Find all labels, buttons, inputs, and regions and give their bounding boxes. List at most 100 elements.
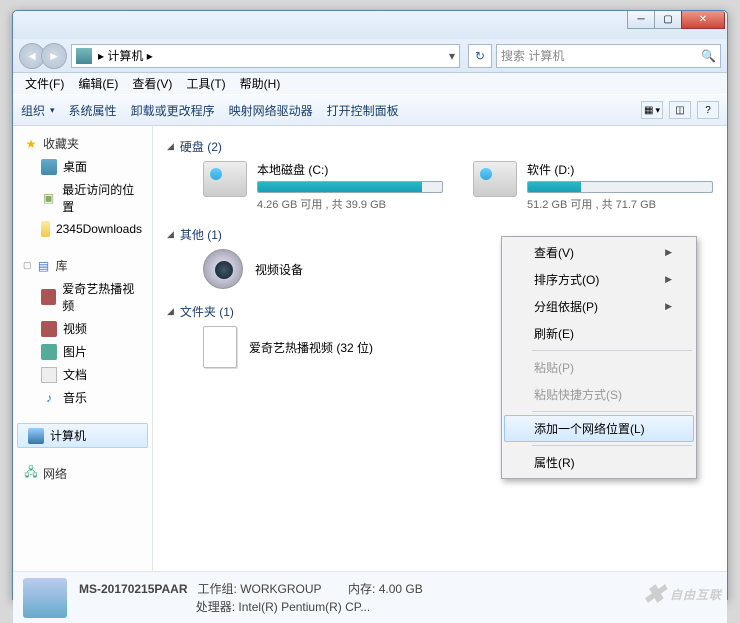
video-icon: [41, 321, 57, 337]
network-icon: 🖧: [23, 466, 39, 482]
cm-paste: 粘贴(P): [504, 354, 694, 381]
label: 2345Downloads: [56, 222, 142, 236]
sidebar-item-computer[interactable]: 计算机: [17, 423, 148, 448]
sidebar-item-desktop[interactable]: 桌面: [13, 155, 152, 178]
desktop-icon: [41, 159, 57, 175]
label: 爱奇艺热播视频: [62, 280, 142, 314]
cm-view[interactable]: 查看(V)▶: [504, 239, 694, 266]
cm-sort[interactable]: 排序方式(O)▶: [504, 266, 694, 293]
usage-bar: [527, 181, 713, 193]
sidebar-network-group: 🖧网络: [13, 462, 152, 485]
collapse-icon[interactable]: ◢: [167, 229, 174, 240]
folder-label: 爱奇艺热播视频 (32 位): [249, 339, 373, 356]
usage-fill: [258, 182, 422, 192]
sidebar-item-downloads[interactable]: 2345Downloads: [13, 218, 152, 240]
libraries-header[interactable]: ▢ ▤ 库: [13, 254, 152, 277]
label: 文件夹 (1): [180, 303, 234, 320]
tb-uninstall[interactable]: 卸载或更改程序: [131, 102, 215, 119]
drives-header[interactable]: ◢ 硬盘 (2): [167, 138, 713, 155]
layout-icon[interactable]: ◫: [669, 101, 691, 119]
menu-view[interactable]: 查看(V): [126, 73, 178, 94]
favorites-header[interactable]: ★ 收藏夹: [13, 132, 152, 155]
drive-info: 本地磁盘 (C:) 4.26 GB 可用 , 共 39.9 GB: [257, 161, 443, 212]
webcam-icon: [203, 249, 243, 289]
workgroup-label: 工作组:: [198, 582, 237, 596]
tb-properties[interactable]: 系统属性: [69, 102, 117, 119]
sidebar: ★ 收藏夹 桌面 ▣最近访问的位置 2345Downloads ▢ ▤ 库 爱奇…: [13, 126, 153, 571]
sidebar-item-music[interactable]: ♪音乐: [13, 386, 152, 409]
chevron-right-icon: ▶: [665, 301, 672, 312]
forward-button[interactable]: ►: [41, 43, 67, 69]
toolbar: 组织 系统属性 卸载或更改程序 映射网络驱动器 打开控制面板 ▦ ◫ ?: [13, 94, 727, 126]
address-dropdown[interactable]: ▾: [449, 49, 455, 63]
label: 桌面: [63, 158, 87, 175]
chevron-right-icon: ▶: [665, 247, 672, 258]
minimize-button[interactable]: ─: [627, 11, 655, 29]
collapse-icon[interactable]: ◢: [167, 141, 174, 152]
cm-refresh[interactable]: 刷新(E): [504, 320, 694, 347]
sidebar-item-videos[interactable]: 视频: [13, 317, 152, 340]
sidebar-item-pictures[interactable]: 图片: [13, 340, 152, 363]
explorer-window: ─ ▢ ✕ ◄ ► ▸ 计算机 ▸ ▾ ↻ 搜索 计算机 🔍 文件(F) 编辑(…: [12, 10, 728, 600]
view-mode-icon[interactable]: ▦: [641, 101, 663, 119]
sidebar-favorites: ★ 收藏夹 桌面 ▣最近访问的位置 2345Downloads: [13, 132, 152, 240]
toolbar-right: ▦ ◫ ?: [641, 101, 719, 119]
menu-edit[interactable]: 编辑(E): [72, 73, 124, 94]
status-text: MS-20170215PAAR 工作组: WORKGROUP 内存: 4.00 …: [79, 580, 423, 616]
collapse-icon[interactable]: ◢: [167, 306, 174, 317]
menu-tools[interactable]: 工具(T): [180, 73, 231, 94]
status-bar: MS-20170215PAAR 工作组: WORKGROUP 内存: 4.00 …: [13, 571, 727, 623]
address-bar[interactable]: ▸ 计算机 ▸ ▾: [71, 44, 460, 68]
drive-d[interactable]: 软件 (D:) 51.2 GB 可用 , 共 71.7 GB: [473, 161, 713, 212]
tb-map-drive[interactable]: 映射网络驱动器: [229, 102, 313, 119]
cm-add-network-location[interactable]: 添加一个网络位置(L): [504, 415, 694, 442]
star-icon: ★: [23, 136, 39, 152]
usage-fill: [528, 182, 581, 192]
drive-c[interactable]: 本地磁盘 (C:) 4.26 GB 可用 , 共 39.9 GB: [203, 161, 443, 212]
watermark-x-icon: ✖: [640, 579, 668, 610]
expand-icon[interactable]: ▢: [23, 260, 32, 271]
memory-label: 内存:: [348, 582, 375, 596]
cm-paste-shortcut: 粘贴快捷方式(S): [504, 381, 694, 408]
sidebar-item-documents[interactable]: 文档: [13, 363, 152, 386]
recent-icon: ▣: [41, 190, 56, 206]
cm-properties[interactable]: 属性(R): [504, 449, 694, 476]
tb-organize[interactable]: 组织: [21, 102, 55, 119]
menu-help[interactable]: 帮助(H): [234, 73, 287, 94]
nav-bar: ◄ ► ▸ 计算机 ▸ ▾ ↻ 搜索 计算机 🔍: [13, 39, 727, 73]
sidebar-item-network[interactable]: 🖧网络: [13, 462, 152, 485]
search-icon: 🔍: [701, 49, 716, 63]
context-menu: 查看(V)▶ 排序方式(O)▶ 分组依据(P)▶ 刷新(E) 粘贴(P) 粘贴快…: [501, 236, 697, 479]
label: 粘贴(P): [534, 359, 574, 376]
favorites-label: 收藏夹: [43, 135, 79, 152]
label: 文档: [63, 366, 87, 383]
hdd-icon: [203, 161, 247, 197]
label: 计算机: [50, 427, 86, 444]
drives-row: 本地磁盘 (C:) 4.26 GB 可用 , 共 39.9 GB 软件 (D:)…: [203, 161, 713, 212]
sidebar-item-recent[interactable]: ▣最近访问的位置: [13, 178, 152, 218]
breadcrumb-sep: ▸: [147, 49, 153, 63]
memory-value: 4.00 GB: [379, 582, 423, 596]
label: 硬盘 (2): [180, 138, 222, 155]
hdd-icon: [473, 161, 517, 197]
folder-icon: [41, 221, 50, 237]
help-icon[interactable]: ?: [697, 101, 719, 119]
content-pane[interactable]: ◢ 硬盘 (2) 本地磁盘 (C:) 4.26 GB 可用 , 共 39.9 GB…: [153, 126, 727, 571]
refresh-button[interactable]: ↻: [468, 44, 492, 68]
watermark-text: 自由互联: [670, 586, 722, 603]
breadcrumb[interactable]: 计算机: [107, 47, 143, 64]
cm-group[interactable]: 分组依据(P)▶: [504, 293, 694, 320]
menu-file[interactable]: 文件(F): [19, 73, 70, 94]
tb-control-panel[interactable]: 打开控制面板: [327, 102, 399, 119]
body: ★ 收藏夹 桌面 ▣最近访问的位置 2345Downloads ▢ ▤ 库 爱奇…: [13, 126, 727, 571]
chevron-right-icon: ▶: [665, 274, 672, 285]
sidebar-item-iqiyi[interactable]: 爱奇艺热播视频: [13, 277, 152, 317]
sidebar-computer-group: 计算机: [13, 423, 152, 448]
breadcrumb-sep: ▸: [98, 49, 104, 63]
close-button[interactable]: ✕: [681, 11, 725, 29]
maximize-button[interactable]: ▢: [654, 11, 682, 29]
drive-stats: 51.2 GB 可用 , 共 71.7 GB: [527, 196, 713, 212]
search-input[interactable]: 搜索 计算机 🔍: [496, 44, 721, 68]
computer-icon: [76, 48, 92, 64]
separator: [532, 445, 692, 446]
